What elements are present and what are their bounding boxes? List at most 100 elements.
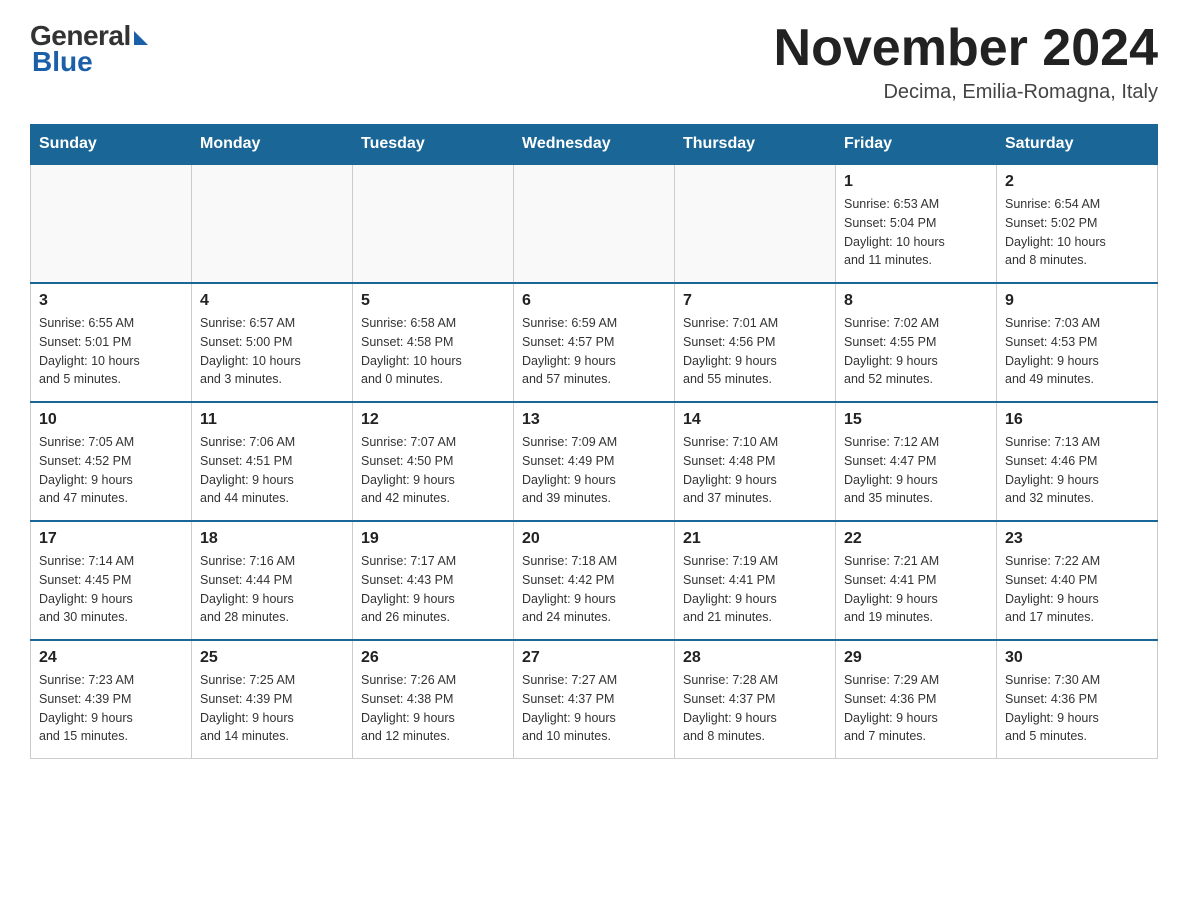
calendar-cell [675,164,836,283]
weekday-header-sunday: Sunday [31,125,192,165]
weekday-header-thursday: Thursday [675,125,836,165]
day-info: Sunrise: 7:13 AM Sunset: 4:46 PM Dayligh… [1005,433,1149,508]
calendar-cell: 6 Sunrise: 6:59 AM Sunset: 4:57 PM Daylig… [514,283,675,402]
day-number: 14 [683,411,827,429]
calendar-cell: 28 Sunrise: 7:28 AM Sunset: 4:37 PM Dayli… [675,640,836,759]
calendar-cell: 21 Sunrise: 7:19 AM Sunset: 4:41 PM Dayli… [675,521,836,640]
day-info: Sunrise: 7:22 AM Sunset: 4:40 PM Dayligh… [1005,552,1149,627]
day-info: Sunrise: 6:54 AM Sunset: 5:02 PM Dayligh… [1005,195,1149,270]
calendar-cell: 25 Sunrise: 7:25 AM Sunset: 4:39 PM Dayli… [192,640,353,759]
calendar-cell: 7 Sunrise: 7:01 AM Sunset: 4:56 PM Daylig… [675,283,836,402]
calendar-table: SundayMondayTuesdayWednesdayThursdayFrid… [30,124,1158,759]
weekday-header-friday: Friday [836,125,997,165]
calendar-cell: 30Sunrise: 7:30 AM Sunset: 4:36 PM Dayli… [997,640,1158,759]
calendar-cell: 24 Sunrise: 7:23 AM Sunset: 4:39 PM Dayli… [31,640,192,759]
day-info: Sunrise: 7:17 AM Sunset: 4:43 PM Dayligh… [361,552,505,627]
day-info: Sunrise: 6:58 AM Sunset: 4:58 PM Dayligh… [361,314,505,389]
calendar-cell: 18 Sunrise: 7:16 AM Sunset: 4:44 PM Dayli… [192,521,353,640]
day-info: Sunrise: 7:06 AM Sunset: 4:51 PM Dayligh… [200,433,344,508]
day-info: Sunrise: 7:01 AM Sunset: 4:56 PM Dayligh… [683,314,827,389]
day-number: 18 [200,530,344,548]
day-number: 30 [1005,649,1149,667]
day-number: 25 [200,649,344,667]
calendar-week-4: 17 Sunrise: 7:14 AM Sunset: 4:45 PM Dayli… [31,521,1158,640]
calendar-cell: 14 Sunrise: 7:10 AM Sunset: 4:48 PM Dayli… [675,402,836,521]
day-info: Sunrise: 7:07 AM Sunset: 4:50 PM Dayligh… [361,433,505,508]
day-number: 21 [683,530,827,548]
weekday-header-wednesday: Wednesday [514,125,675,165]
day-info: Sunrise: 7:14 AM Sunset: 4:45 PM Dayligh… [39,552,183,627]
calendar-cell [353,164,514,283]
calendar-cell: 17 Sunrise: 7:14 AM Sunset: 4:45 PM Dayli… [31,521,192,640]
day-number: 20 [522,530,666,548]
day-number: 27 [522,649,666,667]
day-info: Sunrise: 7:21 AM Sunset: 4:41 PM Dayligh… [844,552,988,627]
calendar-cell: 15 Sunrise: 7:12 AM Sunset: 4:47 PM Dayli… [836,402,997,521]
day-number: 17 [39,530,183,548]
day-info: Sunrise: 7:29 AM Sunset: 4:36 PM Dayligh… [844,671,988,746]
day-info: Sunrise: 7:03 AM Sunset: 4:53 PM Dayligh… [1005,314,1149,389]
day-number: 13 [522,411,666,429]
day-number: 4 [200,292,344,310]
calendar-cell: 4Sunrise: 6:57 AM Sunset: 5:00 PM Daylig… [192,283,353,402]
day-number: 23 [1005,530,1149,548]
calendar-week-5: 24 Sunrise: 7:23 AM Sunset: 4:39 PM Dayli… [31,640,1158,759]
month-title: November 2024 [774,20,1158,77]
day-number: 15 [844,411,988,429]
calendar-cell [514,164,675,283]
day-number: 6 [522,292,666,310]
day-number: 10 [39,411,183,429]
day-number: 19 [361,530,505,548]
weekday-header-tuesday: Tuesday [353,125,514,165]
day-info: Sunrise: 7:23 AM Sunset: 4:39 PM Dayligh… [39,671,183,746]
calendar-cell: 13 Sunrise: 7:09 AM Sunset: 4:49 PM Dayli… [514,402,675,521]
day-number: 28 [683,649,827,667]
calendar-cell: 3 Sunrise: 6:55 AM Sunset: 5:01 PM Daylig… [31,283,192,402]
day-number: 22 [844,530,988,548]
day-number: 24 [39,649,183,667]
day-info: Sunrise: 7:02 AM Sunset: 4:55 PM Dayligh… [844,314,988,389]
day-info: Sunrise: 7:16 AM Sunset: 4:44 PM Dayligh… [200,552,344,627]
day-info: Sunrise: 7:28 AM Sunset: 4:37 PM Dayligh… [683,671,827,746]
weekday-header-saturday: Saturday [997,125,1158,165]
day-info: Sunrise: 7:19 AM Sunset: 4:41 PM Dayligh… [683,552,827,627]
title-block: November 2024 Decima, Emilia-Romagna, It… [774,20,1158,104]
day-number: 3 [39,292,183,310]
calendar-cell: 16Sunrise: 7:13 AM Sunset: 4:46 PM Dayli… [997,402,1158,521]
location-subtitle: Decima, Emilia-Romagna, Italy [774,81,1158,104]
logo-blue-text: Blue [32,46,93,78]
calendar-cell [192,164,353,283]
day-info: Sunrise: 7:26 AM Sunset: 4:38 PM Dayligh… [361,671,505,746]
calendar-cell: 27Sunrise: 7:27 AM Sunset: 4:37 PM Dayli… [514,640,675,759]
calendar-cell: 10 Sunrise: 7:05 AM Sunset: 4:52 PM Dayli… [31,402,192,521]
calendar-header-row: SundayMondayTuesdayWednesdayThursdayFrid… [31,125,1158,165]
logo-triangle-icon [134,31,148,45]
calendar-cell: 9Sunrise: 7:03 AM Sunset: 4:53 PM Daylig… [997,283,1158,402]
calendar-week-2: 3 Sunrise: 6:55 AM Sunset: 5:01 PM Daylig… [31,283,1158,402]
calendar-cell [31,164,192,283]
day-info: Sunrise: 7:10 AM Sunset: 4:48 PM Dayligh… [683,433,827,508]
day-info: Sunrise: 6:55 AM Sunset: 5:01 PM Dayligh… [39,314,183,389]
day-number: 2 [1005,173,1149,191]
day-number: 5 [361,292,505,310]
calendar-cell: 12 Sunrise: 7:07 AM Sunset: 4:50 PM Dayli… [353,402,514,521]
day-info: Sunrise: 7:09 AM Sunset: 4:49 PM Dayligh… [522,433,666,508]
day-number: 1 [844,173,988,191]
day-number: 7 [683,292,827,310]
calendar-cell: 19 Sunrise: 7:17 AM Sunset: 4:43 PM Dayli… [353,521,514,640]
day-info: Sunrise: 7:12 AM Sunset: 4:47 PM Dayligh… [844,433,988,508]
calendar-cell: 23 Sunrise: 7:22 AM Sunset: 4:40 PM Dayli… [997,521,1158,640]
day-info: Sunrise: 6:53 AM Sunset: 5:04 PM Dayligh… [844,195,988,270]
day-number: 12 [361,411,505,429]
day-info: Sunrise: 7:05 AM Sunset: 4:52 PM Dayligh… [39,433,183,508]
calendar-cell: 8 Sunrise: 7:02 AM Sunset: 4:55 PM Daylig… [836,283,997,402]
calendar-cell: 26Sunrise: 7:26 AM Sunset: 4:38 PM Dayli… [353,640,514,759]
day-number: 8 [844,292,988,310]
day-info: Sunrise: 6:59 AM Sunset: 4:57 PM Dayligh… [522,314,666,389]
calendar-cell: 11Sunrise: 7:06 AM Sunset: 4:51 PM Dayli… [192,402,353,521]
calendar-cell: 29Sunrise: 7:29 AM Sunset: 4:36 PM Dayli… [836,640,997,759]
calendar-cell: 22 Sunrise: 7:21 AM Sunset: 4:41 PM Dayli… [836,521,997,640]
calendar-cell: 20Sunrise: 7:18 AM Sunset: 4:42 PM Dayli… [514,521,675,640]
day-info: Sunrise: 7:25 AM Sunset: 4:39 PM Dayligh… [200,671,344,746]
page-header: General Blue November 2024 Decima, Emili… [30,20,1158,104]
